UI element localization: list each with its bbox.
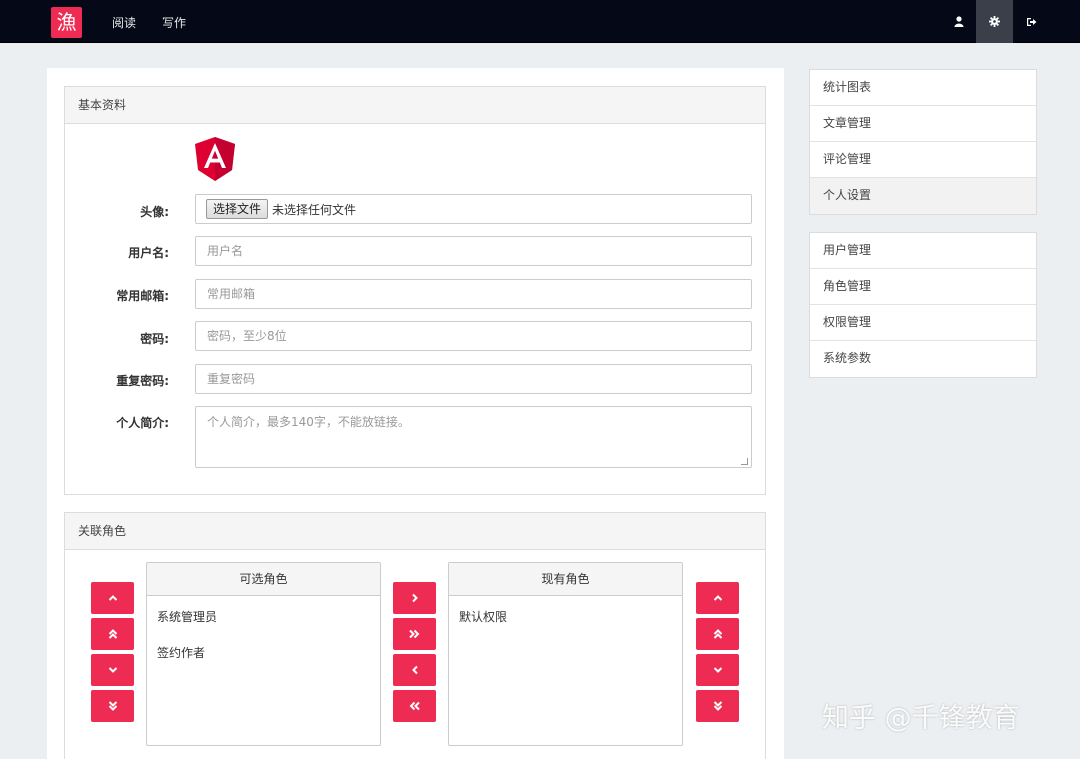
avatar-label: 头像: (140, 205, 169, 219)
remove-all-roles-button[interactable] (393, 690, 436, 722)
main-panel: 基本资料 头像: 选择文件 未选择任何文件 用户名: 常用邮箱: 密码: 重复密… (47, 68, 784, 759)
password-label: 密码: (140, 332, 169, 346)
available-roles-header: 可选角色 (147, 563, 380, 596)
sidebar-item-articles[interactable]: 文章管理 (810, 106, 1036, 142)
current-roles-list[interactable]: 现有角色 默认权限 (448, 562, 683, 746)
chevron-down-icon (108, 667, 117, 673)
user-icon[interactable] (940, 0, 977, 43)
sidebar-group-admin: 用户管理 角色管理 权限管理 系统参数 (809, 232, 1037, 378)
add-all-roles-button[interactable] (393, 618, 436, 650)
current-move-bottom-button[interactable] (696, 690, 739, 722)
repeat-password-label: 重复密码: (116, 374, 169, 388)
current-move-down-button[interactable] (696, 654, 739, 686)
resize-grip-icon[interactable] (741, 458, 748, 465)
chevron-left-icon (411, 665, 418, 675)
nav-link-write[interactable]: 写作 (162, 14, 186, 31)
available-move-up-button[interactable] (91, 582, 134, 614)
username-input[interactable] (195, 236, 752, 266)
card-title: 基本资料 (65, 87, 765, 124)
roles-card: 关联角色 可选角色 系统管理员 签约作者 现有角色 默认权限 (64, 512, 766, 759)
available-move-down-button[interactable] (91, 654, 134, 686)
list-item[interactable]: 签约作者 (147, 632, 380, 668)
sidebar-item-users[interactable]: 用户管理 (810, 233, 1036, 269)
sidebar-item-permissions[interactable]: 权限管理 (810, 305, 1036, 341)
double-chevron-down-icon (713, 701, 722, 711)
file-status-text: 未选择任何文件 (272, 202, 357, 217)
site-logo[interactable]: 漁 (51, 7, 82, 38)
password-input[interactable] (195, 321, 752, 351)
double-chevron-left-icon (409, 701, 420, 711)
card-title: 关联角色 (65, 513, 765, 550)
list-item[interactable]: 系统管理员 (147, 596, 380, 632)
double-chevron-right-icon (409, 629, 420, 639)
choose-file-button[interactable]: 选择文件 (206, 199, 269, 219)
email-label: 常用邮箱: (116, 289, 169, 303)
double-chevron-up-icon (108, 629, 117, 639)
current-move-up-button[interactable] (696, 582, 739, 614)
angular-logo-icon (195, 137, 235, 181)
gear-icon[interactable] (976, 0, 1013, 43)
list-item[interactable]: 默认权限 (449, 596, 682, 632)
chevron-up-icon (713, 595, 722, 601)
sign-out-icon[interactable] (1013, 0, 1050, 43)
available-roles-list[interactable]: 可选角色 系统管理员 签约作者 (146, 562, 381, 746)
double-chevron-up-icon (713, 629, 722, 639)
sidebar-item-personal-settings[interactable]: 个人设置 (810, 178, 1036, 214)
sidebar-group-personal: 统计图表 文章管理 评论管理 个人设置 (809, 69, 1037, 215)
sidebar-item-stats[interactable]: 统计图表 (810, 70, 1036, 106)
chevron-right-icon (411, 593, 418, 603)
double-chevron-down-icon (108, 701, 117, 711)
add-selected-role-button[interactable] (393, 582, 436, 614)
email-input[interactable] (195, 279, 752, 309)
nav-link-read[interactable]: 阅读 (112, 14, 136, 31)
repeat-password-input[interactable] (195, 364, 752, 394)
sidebar-item-roles[interactable]: 角色管理 (810, 269, 1036, 305)
top-navbar: 漁 阅读 写作 (0, 0, 1080, 43)
sidebar-item-comments[interactable]: 评论管理 (810, 142, 1036, 178)
current-move-top-button[interactable] (696, 618, 739, 650)
sidebar-item-system-params[interactable]: 系统参数 (810, 341, 1036, 377)
bio-textarea[interactable] (195, 406, 752, 468)
basic-profile-card: 基本资料 头像: 选择文件 未选择任何文件 用户名: 常用邮箱: 密码: 重复密… (64, 86, 766, 495)
avatar-file-input[interactable]: 选择文件 未选择任何文件 (195, 194, 752, 224)
available-move-top-button[interactable] (91, 618, 134, 650)
username-label: 用户名: (128, 246, 169, 260)
watermark-text: 知乎 @千锋教育 (822, 703, 1020, 734)
chevron-up-icon (108, 595, 117, 601)
remove-selected-role-button[interactable] (393, 654, 436, 686)
current-roles-header: 现有角色 (449, 563, 682, 596)
chevron-down-icon (713, 667, 722, 673)
available-move-bottom-button[interactable] (91, 690, 134, 722)
